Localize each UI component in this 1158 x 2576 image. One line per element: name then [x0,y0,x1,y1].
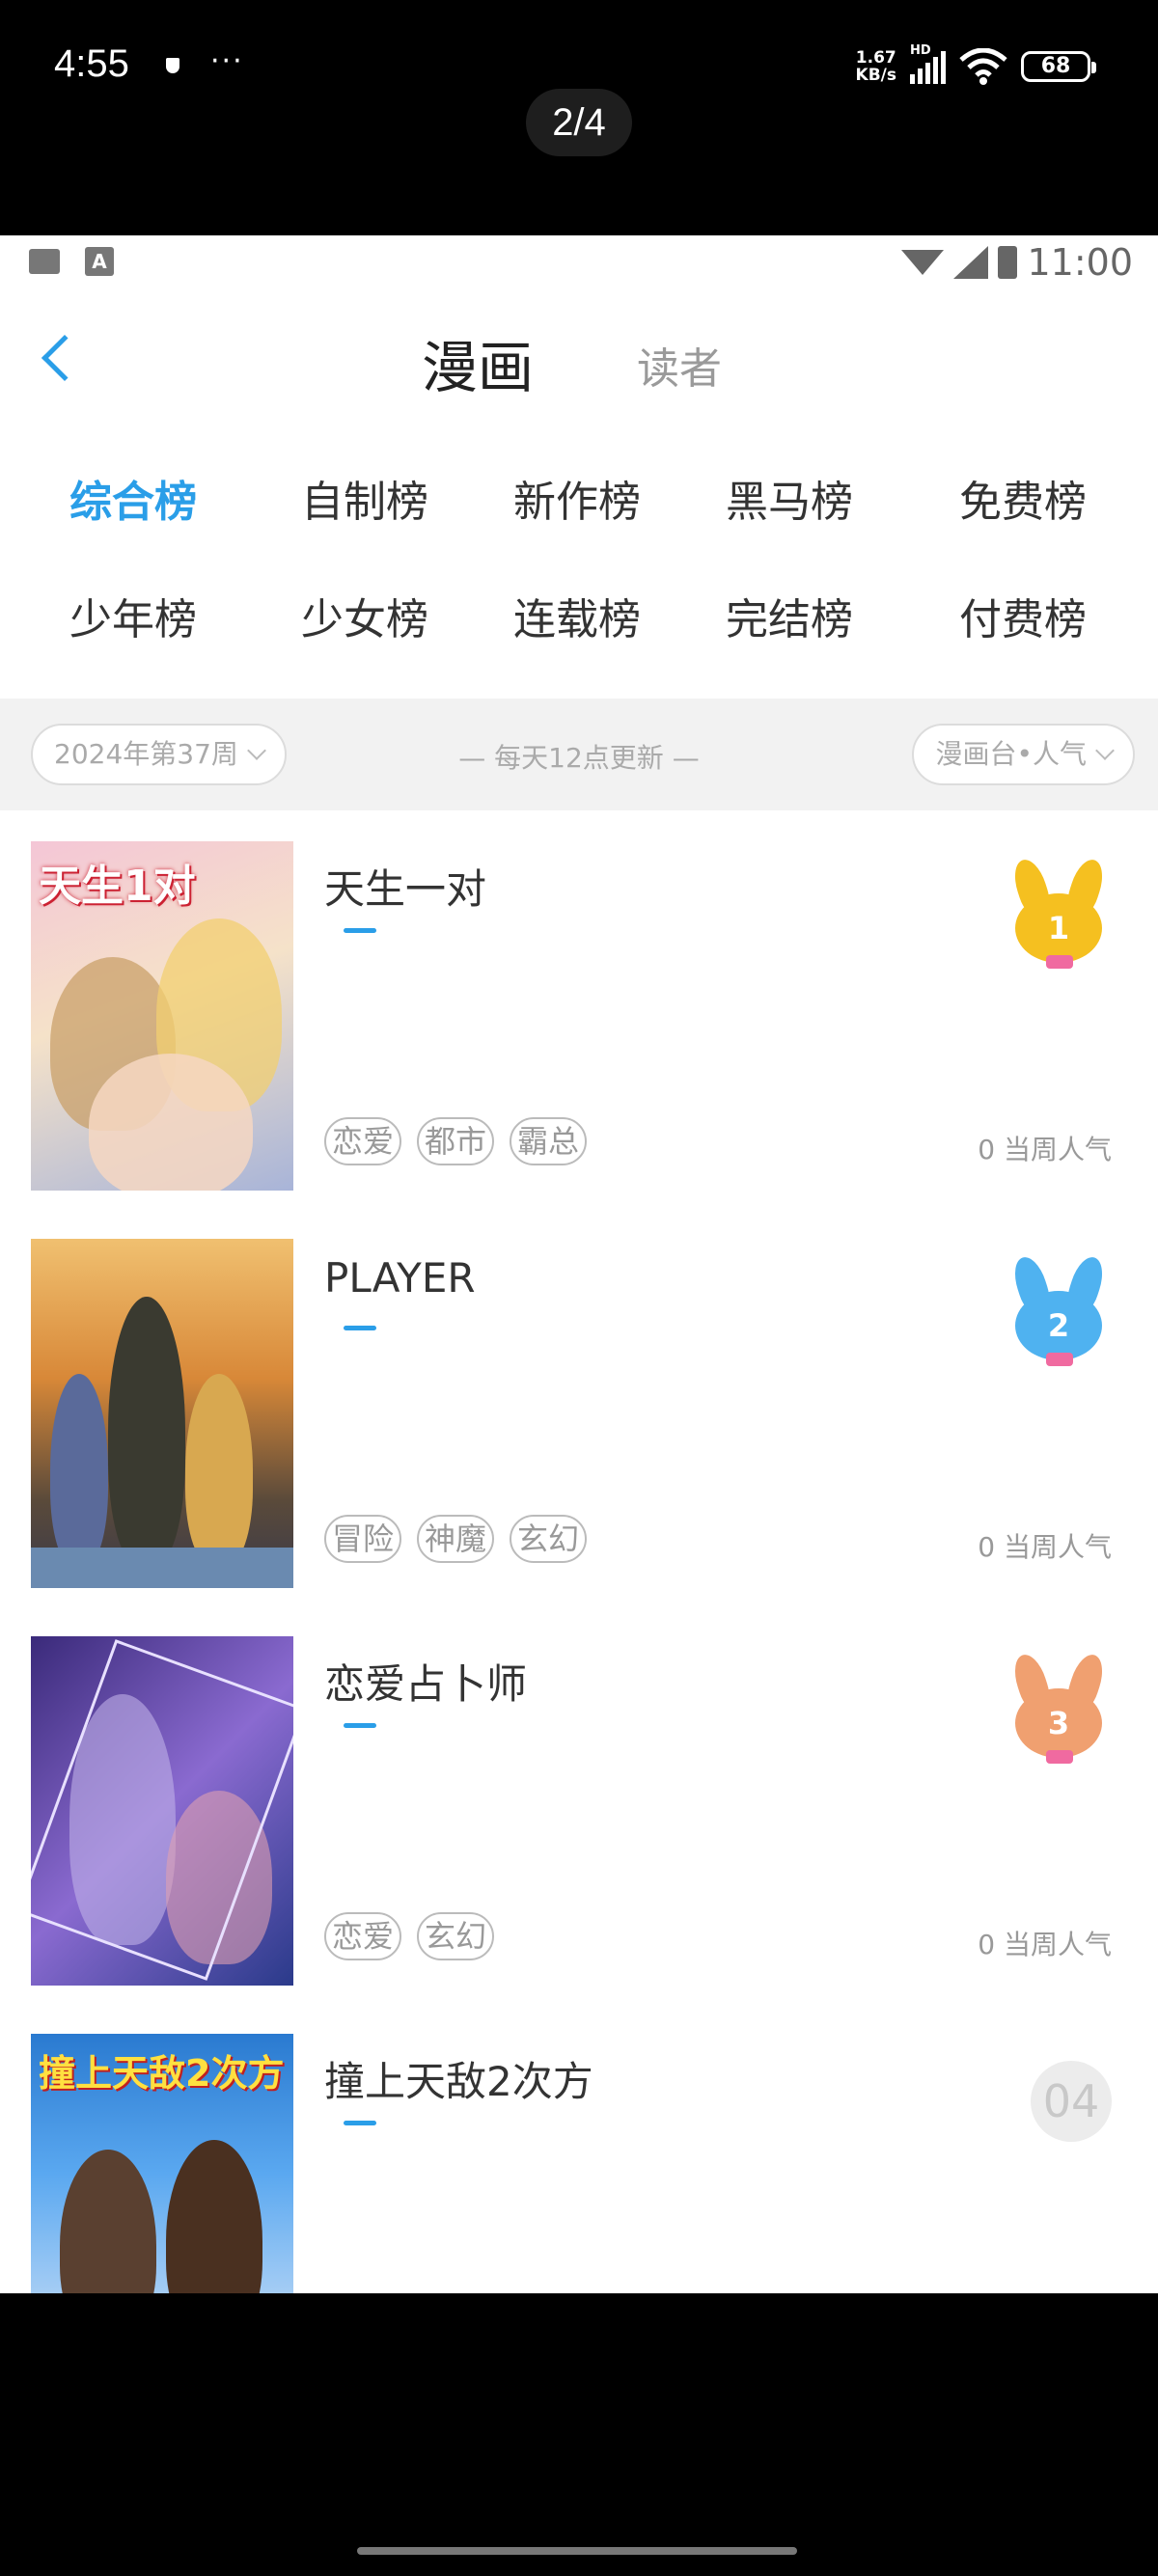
image-notification-icon [29,249,60,274]
category-ongoing[interactable]: 连载榜 [481,585,674,646]
app-screen: A 11:00 漫画 读者 综合榜 自制榜 新作榜 黑马榜 免费榜 少年榜 少女… [0,235,1158,2293]
category-paid[interactable]: 付费榜 [926,585,1119,646]
comic-cover-image[interactable] [31,1239,293,1588]
more-notifications-icon: ··· [210,44,244,78]
inner-status-right: 11:00 [901,241,1133,284]
genre-tag[interactable]: 恋爱 [324,1117,402,1165]
navigation-area [0,2293,1158,2576]
list-item[interactable]: 天生1对 天生一对 恋爱 都市 霸总 0 当周人气 1 [0,810,1158,1208]
category-new[interactable]: 新作榜 [481,467,674,529]
category-shoujo[interactable]: 少女榜 [268,585,461,646]
category-original[interactable]: 自制榜 [268,467,461,529]
tag-list: 恋爱 都市 霸总 [324,1117,588,1165]
comic-cover-image[interactable]: 天生1对 [31,841,293,1191]
category-grid: 综合榜 自制榜 新作榜 黑马榜 免费榜 少年榜 少女榜 连载榜 完结榜 付费榜 [0,428,1158,699]
rank-number: 2 [1015,1291,1102,1360]
genre-tag[interactable]: 玄幻 [417,1912,495,1960]
tab-comics[interactable]: 漫画 [422,322,534,403]
battery-icon [998,246,1018,279]
list-item[interactable]: PLAYER 冒险 神魔 玄幻 0 当周人气 2 [0,1208,1158,1605]
genre-tag[interactable]: 玄幻 [510,1515,588,1563]
comic-title[interactable]: PLAYER [324,1254,476,1302]
text-notification-icon: A [85,247,114,276]
inner-status-bar: A 11:00 [0,235,1158,293]
network-speed: 1.67 KB/s [856,49,896,84]
accent-dash [344,1723,376,1728]
cellular-signal-icon: HD [910,43,946,84]
rank-number: 04 [1031,2061,1112,2142]
cover-title: 撞上天敌2次方 [39,2052,285,2095]
accent-dash [344,2121,376,2125]
chevron-down-icon [246,741,266,760]
page-indicator: 2/4 [526,89,632,156]
network-speed-unit: KB/s [855,66,896,85]
tab-readers[interactable]: 读者 [637,334,722,396]
category-comprehensive[interactable]: 综合榜 [37,467,230,529]
gold-rank-badge-icon: 1 [1006,855,1112,974]
category-completed[interactable]: 完结榜 [693,585,886,646]
silver-rank-badge-icon: 2 [1006,1252,1112,1372]
top-header: 漫画 读者 [0,293,1158,428]
weekly-popularity: 0 当周人气 [978,1531,1112,1563]
battery-indicator: 68 [1021,51,1096,82]
shield-icon [166,58,179,73]
category-dark-horse[interactable]: 黑马榜 [693,467,886,529]
genre-tag[interactable]: 恋爱 [324,1912,402,1960]
genre-tag[interactable]: 冒险 [324,1515,402,1563]
rank-number: 3 [1015,1688,1102,1758]
filter-bar: — 每天12点更新 — 2024年第37周 漫画台•人气 [0,699,1158,810]
comic-title[interactable]: 撞上天敌2次方 [324,2049,593,2108]
comic-cover-image[interactable] [31,1636,293,1986]
phone-clock: 4:55 [54,42,129,85]
genre-tag[interactable]: 都市 [417,1117,495,1165]
bronze-rank-badge-icon: 3 [1006,1650,1112,1769]
chevron-down-icon [1095,741,1115,760]
sort-selector[interactable]: 漫画台•人气 [912,724,1135,785]
category-free[interactable]: 免费榜 [926,467,1119,529]
rank-number: 1 [1015,893,1102,963]
category-shonen[interactable]: 少年榜 [37,585,230,646]
back-chevron-icon[interactable] [41,334,89,382]
comic-title[interactable]: 恋爱占卜师 [324,1652,527,1711]
tag-list: 冒险 神魔 玄幻 [324,1515,588,1563]
accent-dash [344,1326,376,1330]
list-item[interactable]: 恋爱占卜师 恋爱 玄幻 0 当周人气 3 [0,1605,1158,2003]
sort-selector-label: 漫画台•人气 [935,738,1087,770]
network-speed-value: 1.67 [855,48,896,68]
list-item[interactable]: 撞上天敌2次方 撞上天敌2次方 04 [0,2003,1158,2293]
tag-list: 恋爱 玄幻 [324,1912,495,1960]
wifi-icon [901,250,945,275]
phone-status-right: 1.67 KB/s HD 68 [856,43,1096,85]
wifi-icon [959,48,1007,85]
accent-dash [344,928,376,933]
cover-title: 天生1对 [39,862,196,911]
week-selector-label: 2024年第37周 [54,738,238,770]
genre-tag[interactable]: 霸总 [510,1117,588,1165]
genre-tag[interactable]: 神魔 [417,1515,495,1563]
comic-title[interactable]: 天生一对 [324,857,486,916]
hd-label: HD [910,43,931,58]
signal-icon [953,246,989,279]
comic-cover-image[interactable]: 撞上天敌2次方 [31,2034,293,2293]
week-selector[interactable]: 2024年第37周 [31,724,287,785]
weekly-popularity: 0 当周人气 [978,1134,1112,1165]
home-indicator[interactable] [357,2547,797,2555]
inner-clock: 11:00 [1027,241,1133,284]
weekly-popularity: 0 当周人气 [978,1929,1112,1960]
